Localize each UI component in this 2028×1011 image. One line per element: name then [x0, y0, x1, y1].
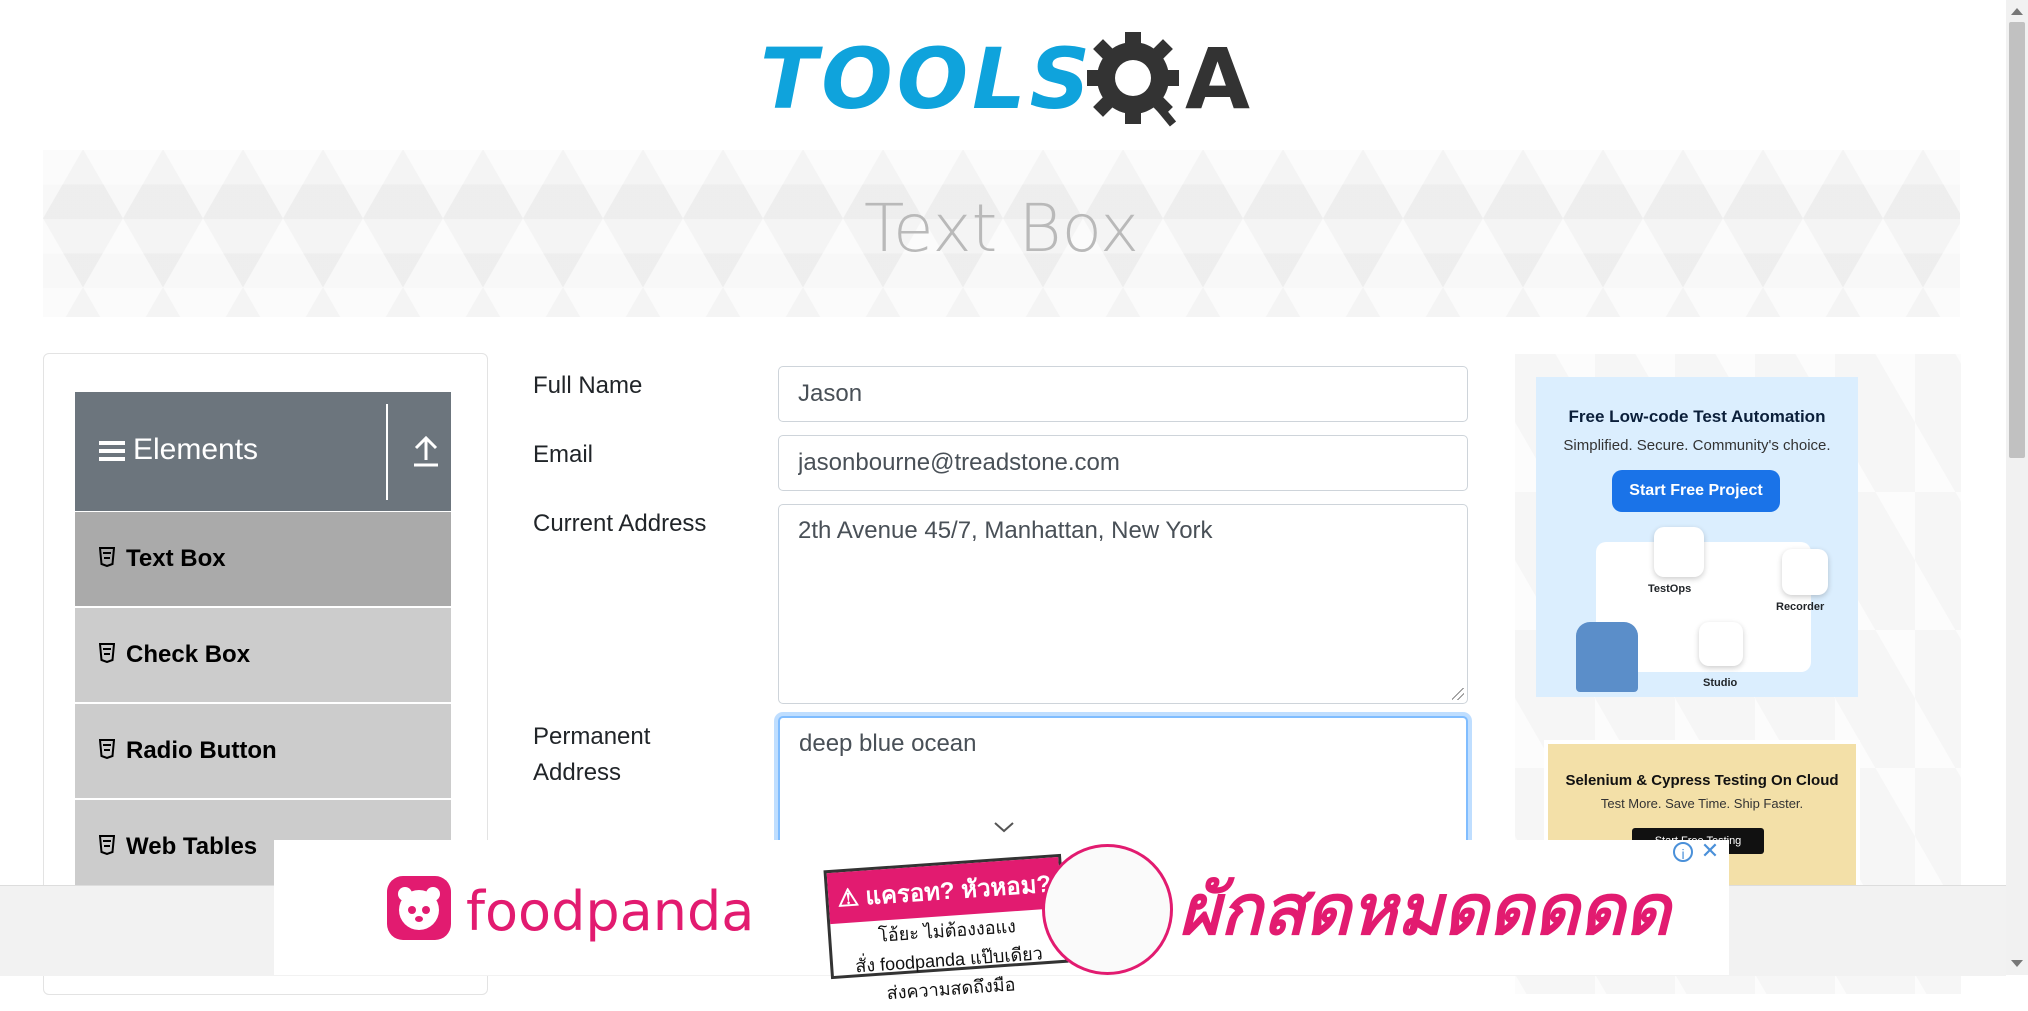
katalon-ad[interactable]: Free Low-code Test Automation Simplified…	[1536, 377, 1858, 697]
permanent-address-label-line1: Permanent	[533, 723, 651, 750]
ad1-subtitle: Simplified. Secure. Community's choice.	[1563, 437, 1831, 454]
scroll-down-icon[interactable]	[2011, 960, 2023, 967]
full-name-input[interactable]	[778, 366, 1468, 422]
sidebar-item-radio-button[interactable]: Radio Button	[75, 703, 451, 798]
current-address-value: 2th Avenue 45/7, Manhattan, New York	[798, 517, 1213, 544]
foodpanda-brand: foodpanda	[466, 880, 755, 943]
html5-icon	[99, 739, 115, 759]
ad2-title: Selenium & Cypress Testing On Cloud	[1565, 772, 1839, 789]
page-banner: Text Box	[43, 150, 1960, 317]
permanent-address-label-line2: Address	[533, 759, 622, 786]
resize-grip[interactable]	[1452, 688, 1464, 700]
email-input[interactable]	[778, 435, 1468, 491]
foodpanda-logo-icon	[387, 876, 451, 940]
sidebar-item-check-box[interactable]: Check Box	[75, 607, 451, 702]
html5-icon	[99, 835, 115, 855]
scroll-thumb[interactable]	[2009, 22, 2025, 458]
sidebar-item-label: Radio Button	[126, 737, 277, 764]
tile-label-recorder: Recorder	[1776, 601, 1825, 613]
full-name-label: Full Name	[533, 372, 643, 399]
email-label: Email	[533, 441, 594, 468]
elements-group-header[interactable]: Elements	[75, 392, 451, 511]
group-title: Elements	[99, 433, 258, 467]
sidebar-item-label: Text Box	[126, 545, 226, 572]
html5-icon	[99, 547, 115, 567]
current-address-label: Current Address	[533, 510, 707, 537]
html5-icon	[99, 643, 115, 663]
robot-illustration	[1576, 622, 1638, 692]
ad-close-icon[interactable]: ✕	[1699, 840, 1721, 862]
ad-info-icon[interactable]: i	[1673, 842, 1693, 862]
testops-tile-icon	[1654, 527, 1704, 577]
permanent-address-label: Permanent Address	[533, 719, 650, 791]
tile-label-testops: TestOps	[1648, 583, 1692, 595]
ad-sign: ⚠ แครอท? หัวหอม? โอ้ยะ ไม่ต้องงอแง สั่ง …	[823, 853, 1069, 1003]
logo-suffix: A	[1185, 30, 1251, 128]
hamburger-icon	[99, 437, 125, 465]
foodpanda-ad[interactable]: foodpanda ⚠ แครอท? หัวหอม? โอ้ยะ ไม่ต้อง…	[274, 840, 1729, 1003]
studio-tile-icon	[1699, 622, 1743, 666]
toolsqa-logo[interactable]: TOOLS A	[760, 22, 1250, 137]
collapse-up-icon[interactable]	[411, 432, 441, 468]
sidebar-item-text-box[interactable]: Text Box	[75, 511, 451, 606]
group-title-label: Elements	[133, 433, 259, 466]
tile-label-studio: Studio	[1703, 677, 1738, 689]
page-title: Text Box	[863, 190, 1140, 267]
sidebar-item-label: Web Tables	[126, 833, 258, 860]
scroll-up-icon[interactable]	[2011, 8, 2023, 15]
ad1-button[interactable]: Start Free Project	[1612, 470, 1780, 512]
logo-text: TOOLS	[760, 30, 1095, 128]
ad-slogan: ผักสดหมดดดดด	[1179, 869, 1671, 951]
panda-mascot-icon	[1042, 844, 1173, 975]
header-divider	[386, 404, 388, 500]
ad1-title: Free Low-code Test Automation	[1568, 407, 1826, 426]
permanent-address-value: deep blue ocean	[799, 730, 977, 757]
ad2-subtitle: Test More. Save Time. Ship Faster.	[1600, 796, 1804, 811]
chevron-down-icon	[994, 822, 1014, 833]
sidebar-item-label: Check Box	[126, 641, 251, 668]
recorder-tile-icon	[1782, 549, 1828, 595]
current-address-textarea[interactable]: 2th Avenue 45/7, Manhattan, New York	[778, 504, 1468, 704]
